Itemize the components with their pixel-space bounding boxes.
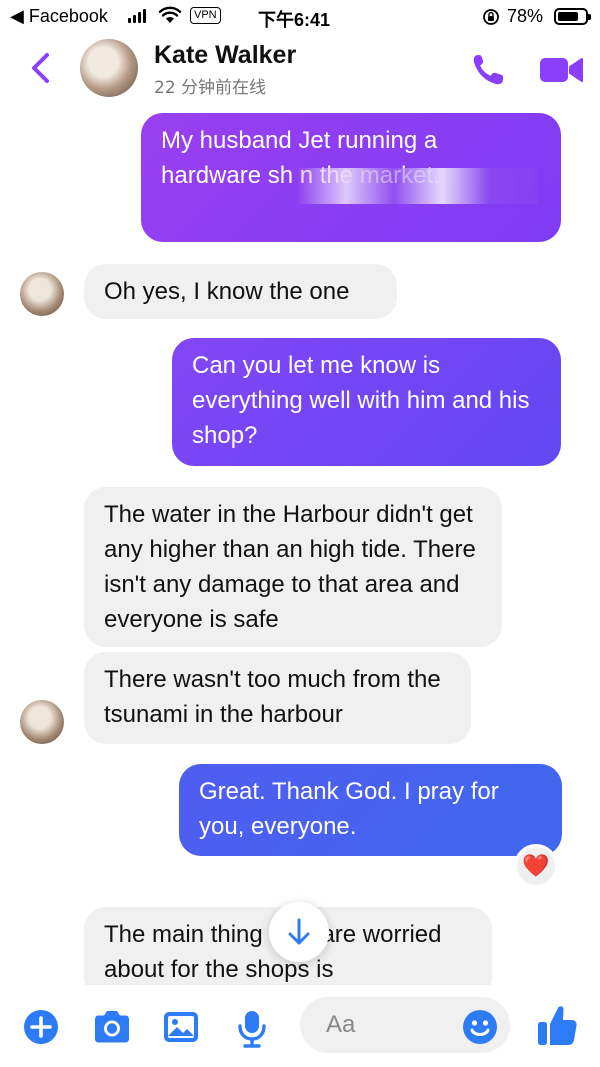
reaction-emoji: ❤️ bbox=[522, 853, 550, 878]
emoji-icon[interactable] bbox=[462, 1009, 498, 1045]
message-bubble-incoming[interactable]: Oh yes, I know the one bbox=[84, 264, 397, 319]
back-to-app-link[interactable]: ◀ Facebook bbox=[10, 6, 108, 27]
arrow-down-icon bbox=[288, 918, 310, 945]
contact-name[interactable]: Kate Walker bbox=[154, 41, 296, 70]
message-bubble-outgoing[interactable]: Can you let me know is everything well w… bbox=[172, 338, 561, 466]
cellular-signal-icon bbox=[128, 9, 146, 23]
heart-reaction-icon[interactable]: ❤️ bbox=[514, 844, 558, 888]
status-bar: ◀ Facebook VPN 下午6:41 78% bbox=[0, 0, 600, 34]
battery-percent: 78% bbox=[507, 6, 544, 26]
plus-icon[interactable] bbox=[23, 1009, 59, 1045]
video-call-icon[interactable] bbox=[538, 54, 584, 86]
scroll-to-bottom-button[interactable] bbox=[269, 902, 329, 962]
contact-avatar[interactable] bbox=[80, 39, 138, 97]
message-bubble-incoming[interactable]: The water in the Harbour didn't get any … bbox=[84, 487, 502, 647]
clock: 下午6:41 bbox=[258, 10, 331, 30]
sender-avatar[interactable] bbox=[20, 272, 64, 316]
message-composer: Aa bbox=[0, 985, 600, 1067]
camera-icon[interactable] bbox=[91, 1009, 133, 1045]
message-bubble-incoming[interactable]: There wasn't too much from the tsunami i… bbox=[84, 652, 471, 744]
wifi-icon bbox=[158, 6, 182, 23]
back-to-app-label: ◀ Facebook bbox=[10, 6, 108, 26]
sender-avatar[interactable] bbox=[20, 700, 64, 744]
presence-status: 22 分钟前在线 bbox=[154, 78, 267, 98]
message-bubble-outgoing[interactable]: Great. Thank God. I pray for you, everyo… bbox=[179, 764, 562, 856]
message-input-placeholder: Aa bbox=[326, 1011, 356, 1038]
thumbs-up-icon[interactable] bbox=[536, 1003, 578, 1047]
conversation-header: Kate Walker 22 分钟前在线 bbox=[0, 34, 600, 102]
phone-call-icon[interactable] bbox=[470, 52, 510, 88]
back-chevron-icon[interactable] bbox=[26, 48, 56, 88]
vpn-badge: VPN bbox=[190, 7, 221, 24]
redacted-text-blur bbox=[298, 168, 538, 204]
rotation-lock-icon bbox=[483, 9, 499, 25]
battery-icon bbox=[554, 8, 591, 25]
gallery-icon[interactable] bbox=[162, 1009, 200, 1045]
microphone-icon[interactable] bbox=[234, 1009, 270, 1049]
